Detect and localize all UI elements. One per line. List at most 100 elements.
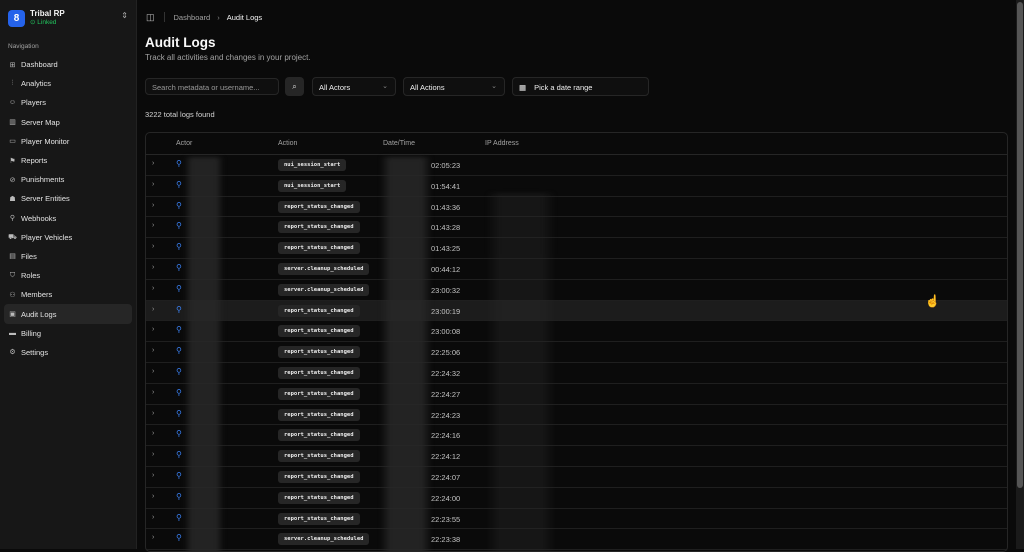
sidebar-nav: ⊞ Dashboard ⫶ Analytics ☺ Players ▥ Server Map ▭… [4,55,132,362]
table-row[interactable]: › ⚲ report_status_changed 01:43:25 [146,238,1007,259]
table-row[interactable]: › ⚲ report_status_changed 22:24:12 [146,446,1007,467]
table-header: Actor Action Date/Time IP Address [146,133,1007,155]
sidebar-item-label: Members [21,290,53,300]
team-status: ⊙ Linked [30,19,57,26]
chevron-right-icon: › [217,12,220,22]
scroll-icon: ▣ [9,311,16,319]
table-row[interactable]: › ⚲ nui_session_start 02:05:23 [146,155,1007,176]
header-datetime: Date/Time [383,140,416,147]
expand-chevron-icon[interactable]: › [152,368,154,375]
sidebar-item-billing[interactable]: ▬ Billing [4,324,132,343]
expand-chevron-icon[interactable]: › [152,389,154,396]
actor-select[interactable]: All Actors ⌄ [312,77,396,96]
header-ip: IP Address [485,140,519,147]
table-row[interactable]: › ⚲ server.cleanup_scheduled 00:44:12 [146,259,1007,280]
table-row[interactable]: › ⚲ report_status_changed 22:25:06 [146,342,1007,363]
sidebar-item-settings[interactable]: ⚙ Settings [4,343,132,362]
table-row[interactable]: › ⚲ server.cleanup_scheduled 23:00:32 [146,280,1007,301]
sidebar-item-analytics[interactable]: ⫶ Analytics [4,74,132,93]
sidebar-item-player-vehicles[interactable]: ⛟ Player Vehicles [4,228,132,247]
sidebar-item-punishments[interactable]: ⊘ Punishments [4,170,132,189]
expand-chevron-icon[interactable]: › [152,181,154,188]
action-select[interactable]: All Actions ⌄ [403,77,505,96]
search-button[interactable]: ⌕ [285,77,304,96]
expand-chevron-icon[interactable]: › [152,160,154,167]
team-switcher[interactable]: 8 Tribal RP ⊙ Linked ⇕ [8,8,130,28]
scrollbar-thumb[interactable] [1017,2,1023,488]
expand-chevron-icon[interactable]: › [152,222,154,229]
expand-chevron-icon[interactable]: › [152,285,154,292]
chevron-down-icon: ⌄ [382,83,388,90]
file-icon: ▤ [9,253,16,261]
sidebar-item-player-monitor[interactable]: ▭ Player Monitor [4,132,132,151]
table-row[interactable]: › ⚲ report_status_changed 22:24:23 [146,405,1007,426]
sidebar-item-roles[interactable]: ⛉ Roles [4,266,132,285]
sidebar-item-server-entities[interactable]: ☗ Server Entities [4,189,132,208]
sidebar-item-label: Server Entities [21,194,70,204]
search-input[interactable]: Search metadata or username... [145,78,279,95]
user-icon: ⚲ [176,512,182,522]
expand-chevron-icon[interactable]: › [152,243,154,250]
sidebar-item-label: Roles [21,271,41,281]
expand-chevron-icon[interactable]: › [152,472,154,479]
log-time: 22:25:06 [431,348,461,358]
expand-chevron-icon[interactable]: › [152,306,154,313]
table-row[interactable]: › ⚲ report_status_changed 22:24:00 [146,488,1007,509]
user-icon: ⚲ [176,429,182,439]
table-row[interactable]: › ⚲ nui_session_start 01:54:41 [146,176,1007,197]
user-icon: ⚲ [176,242,182,252]
sidebar-item-label: Reports [21,156,48,166]
table-row[interactable]: › ⚲ report_status_changed 01:43:28 [146,217,1007,239]
table-row[interactable]: › ⚲ report_status_changed 01:43:36 [146,197,1007,218]
expand-chevron-icon[interactable]: › [152,264,154,271]
expand-chevron-icon[interactable]: › [152,514,154,521]
table-row[interactable]: › ⚲ report_status_changed 23:00:19 [146,300,1007,322]
table-row[interactable]: › ⚲ server.cleanup_scheduled 22:23:38 [146,529,1007,551]
log-time: 02:05:23 [431,161,461,170]
user-icon: ⚲ [176,491,182,501]
expand-chevron-icon[interactable]: › [152,430,154,437]
log-time: 23:00:19 [431,306,461,316]
table-row[interactable]: › ⚲ report_status_changed 22:23:55 [146,509,1007,530]
table-row[interactable]: › ⚲ report_status_changed 23:00:08 [146,321,1007,343]
expand-chevron-icon[interactable]: › [152,326,154,333]
sidebar-item-server-map[interactable]: ▥ Server Map [4,113,132,132]
scrollbar[interactable] [1016,0,1024,549]
sidebar-item-webhooks[interactable]: ⚲ Webhooks [4,209,132,228]
sidebar-item-label: Players [21,98,47,108]
sidebar-item-members[interactable]: ⚇ Members [4,285,132,304]
user-icon: ⚲ [176,366,182,376]
sidebar-item-dashboard[interactable]: ⊞ Dashboard [4,55,132,74]
action-badge: report_status_changed [278,450,360,463]
table-row[interactable]: › ⚲ report_status_changed 22:24:16 [146,425,1007,447]
sidebar-item-files[interactable]: ▤ Files [4,247,132,266]
table-row[interactable]: › ⚲ report_status_changed 22:24:07 [146,467,1007,488]
map-icon: ▥ [9,119,16,127]
log-time: 22:24:12 [431,452,461,462]
mouse-cursor: ☝ [925,294,940,308]
ban-icon: ⊘ [9,176,16,184]
expand-chevron-icon[interactable]: › [152,534,154,541]
table-row[interactable]: › ⚲ report_status_changed 22:24:27 [146,384,1007,405]
expand-chevron-icon[interactable]: › [152,202,154,209]
expand-chevron-icon[interactable]: › [152,493,154,500]
breadcrumb-dashboard[interactable]: Dashboard [174,13,211,22]
action-badge: report_status_changed [278,408,360,421]
expand-chevron-icon[interactable]: › [152,347,154,354]
sidebar: 8 Tribal RP ⊙ Linked ⇕ Navigation ⊞ Dashb… [0,0,137,549]
sidebar-item-players[interactable]: ☺ Players [4,93,132,112]
log-time: 22:24:23 [431,410,461,420]
expand-chevron-icon[interactable]: › [152,410,154,417]
sidebar-item-audit-logs[interactable]: ▣ Audit Logs [4,304,132,324]
log-time: 23:00:32 [431,285,461,295]
sidebar-toggle-icon[interactable]: ◫ [146,12,155,23]
sidebar-item-reports[interactable]: ⚑ Reports [4,151,132,170]
expand-chevron-icon[interactable]: › [152,451,154,458]
breadcrumb-current: Audit Logs [226,12,263,22]
page-subtitle: Track all activities and changes in your… [145,53,311,62]
table-row[interactable]: › ⚲ report_status_changed 22:24:32 [146,363,1007,384]
date-range-picker[interactable]: ▦ Pick a date range [512,77,649,96]
sidebar-item-label: Dashboard [21,60,58,70]
action-badge: report_status_changed [278,470,360,483]
date-range-value: Pick a date range [534,83,593,92]
